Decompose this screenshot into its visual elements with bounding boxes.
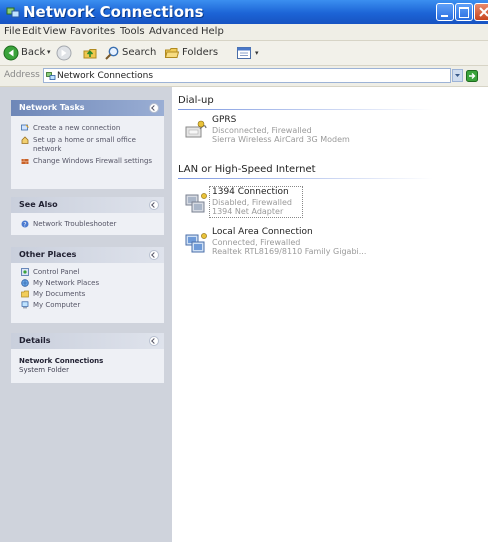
network-tasks-header[interactable]: Network Tasks bbox=[11, 100, 164, 116]
collapse-chevron-icon[interactable] bbox=[149, 336, 159, 346]
see-also-panel: See Also ? Network Troubleshooter bbox=[11, 197, 164, 235]
link-label: My Network Places bbox=[33, 279, 100, 287]
firewall-icon bbox=[21, 159, 29, 164]
network-places-icon bbox=[21, 279, 29, 287]
details-type: System Folder bbox=[19, 366, 69, 374]
menu-advanced[interactable]: Advanced bbox=[149, 26, 198, 37]
address-label: Address bbox=[4, 70, 40, 80]
up-folder-icon bbox=[83, 49, 97, 59]
lan-connection-icon bbox=[185, 233, 207, 253]
back-label: Back bbox=[21, 47, 46, 58]
network-connections-icon bbox=[6, 7, 20, 18]
lan-connection-icon bbox=[185, 193, 207, 213]
connection-name: Local Area Connection bbox=[212, 227, 313, 237]
task-label: Change Windows Firewall settings bbox=[33, 157, 153, 165]
folders-button[interactable]: Folders bbox=[164, 44, 222, 62]
link-label: Network Troubleshooter bbox=[33, 220, 117, 228]
folders-icon bbox=[164, 48, 180, 58]
control-panel-icon bbox=[21, 268, 29, 276]
forward-button[interactable] bbox=[56, 44, 72, 62]
minimize-button[interactable] bbox=[436, 3, 454, 21]
menu-bar: File Edit View Favorites Tools Advanced … bbox=[0, 24, 488, 41]
task-label: Set up a home or small office network bbox=[33, 136, 136, 153]
menu-edit[interactable]: Edit bbox=[22, 26, 41, 37]
link-label: My Computer bbox=[33, 301, 81, 309]
window-title: Network Connections bbox=[23, 3, 204, 21]
dialup-section-title: Dial-up bbox=[178, 95, 214, 106]
toolbar: Back ▾ Search Folders ▾ bbox=[0, 41, 488, 66]
svg-text:?: ? bbox=[23, 221, 26, 228]
other-places-title: Other Places bbox=[19, 250, 77, 259]
connection-gprs[interactable]: GPRS Disconnected, Firewalled Sierra Wir… bbox=[184, 115, 484, 147]
details-name: Network Connections bbox=[19, 357, 104, 365]
see-also-header[interactable]: See Also bbox=[11, 197, 164, 213]
connection-status: Disabled, Firewalled bbox=[212, 198, 293, 207]
address-bar: Address Network Connections bbox=[0, 66, 488, 87]
dialup-modem-icon bbox=[185, 120, 207, 138]
network-tasks-panel: Network Tasks Create a new connection Se… bbox=[11, 100, 164, 189]
section-divider bbox=[178, 178, 433, 179]
network-connections-icon bbox=[46, 72, 56, 80]
network-tasks-title: Network Tasks bbox=[19, 103, 85, 112]
title-bar[interactable]: Network Connections bbox=[0, 0, 488, 24]
back-button[interactable]: Back bbox=[3, 44, 45, 62]
search-icon bbox=[105, 46, 119, 60]
address-value: Network Connections bbox=[57, 71, 154, 81]
link-label: My Documents bbox=[33, 290, 86, 298]
close-button[interactable] bbox=[474, 3, 488, 21]
folders-label: Folders bbox=[182, 47, 219, 58]
other-places-header[interactable]: Other Places bbox=[11, 247, 164, 263]
connection-device: 1394 Net Adapter bbox=[212, 207, 284, 216]
go-button[interactable] bbox=[466, 69, 488, 83]
details-panel: Details Network Connections System Folde… bbox=[11, 333, 164, 383]
connection-name: 1394 Connection bbox=[212, 187, 289, 197]
task-pane: Network Tasks Create a new connection Se… bbox=[0, 87, 172, 542]
address-field[interactable]: Network Connections bbox=[43, 68, 451, 83]
home-network-icon bbox=[21, 136, 29, 144]
lan-section-title: LAN or High-Speed Internet bbox=[178, 164, 316, 175]
documents-folder-icon bbox=[21, 290, 29, 298]
details-title: Details bbox=[19, 336, 51, 345]
views-icon bbox=[237, 47, 251, 59]
up-folder-button[interactable] bbox=[82, 44, 98, 62]
see-also-title: See Also bbox=[19, 200, 58, 209]
menu-help[interactable]: Help bbox=[201, 26, 224, 37]
connection-status: Disconnected, Firewalled bbox=[212, 126, 312, 135]
back-arrow-icon bbox=[3, 45, 19, 61]
connection-local-area[interactable]: Local Area Connection Connected, Firewal… bbox=[184, 227, 484, 259]
address-dropdown-button[interactable] bbox=[452, 69, 463, 82]
search-label: Search bbox=[122, 47, 157, 58]
go-arrow-icon bbox=[466, 70, 478, 82]
collapse-chevron-icon[interactable] bbox=[149, 250, 159, 260]
details-header[interactable]: Details bbox=[11, 333, 164, 349]
connection-name: GPRS bbox=[212, 115, 237, 125]
help-icon: ? bbox=[21, 220, 29, 228]
close-icon bbox=[479, 7, 488, 17]
other-places-panel: Other Places Control Panel My Network Pl… bbox=[11, 247, 164, 323]
collapse-chevron-icon[interactable] bbox=[149, 103, 159, 113]
views-dropdown-icon: ▾ bbox=[255, 49, 259, 57]
chevron-down-icon bbox=[455, 74, 460, 77]
maximize-button[interactable] bbox=[455, 3, 473, 21]
link-label: Control Panel bbox=[33, 268, 80, 276]
connections-list: Dial-up GPRS Disconnected, Firewalled Si… bbox=[172, 87, 488, 542]
menu-view[interactable]: View bbox=[43, 26, 67, 37]
connection-1394[interactable]: 1394 Connection Disabled, Firewalled 139… bbox=[184, 186, 484, 219]
menu-file[interactable]: File bbox=[4, 26, 21, 37]
connection-device: Sierra Wireless AirCard 3G Modem bbox=[212, 135, 350, 144]
new-connection-icon bbox=[21, 124, 29, 131]
collapse-chevron-icon[interactable] bbox=[149, 200, 159, 210]
task-label: Create a new connection bbox=[33, 124, 121, 132]
menu-tools[interactable]: Tools bbox=[120, 26, 145, 37]
connection-status: Connected, Firewalled bbox=[212, 238, 301, 247]
views-button[interactable]: ▾ bbox=[236, 44, 262, 62]
search-button[interactable]: Search bbox=[104, 44, 160, 62]
forward-arrow-icon bbox=[56, 45, 72, 61]
section-divider bbox=[178, 109, 433, 110]
connection-device: Realtek RTL8169/8110 Family Gigabi... bbox=[212, 247, 367, 256]
back-dropdown-icon[interactable]: ▾ bbox=[47, 48, 51, 66]
computer-icon bbox=[21, 301, 29, 309]
menu-favorites[interactable]: Favorites bbox=[70, 26, 115, 37]
